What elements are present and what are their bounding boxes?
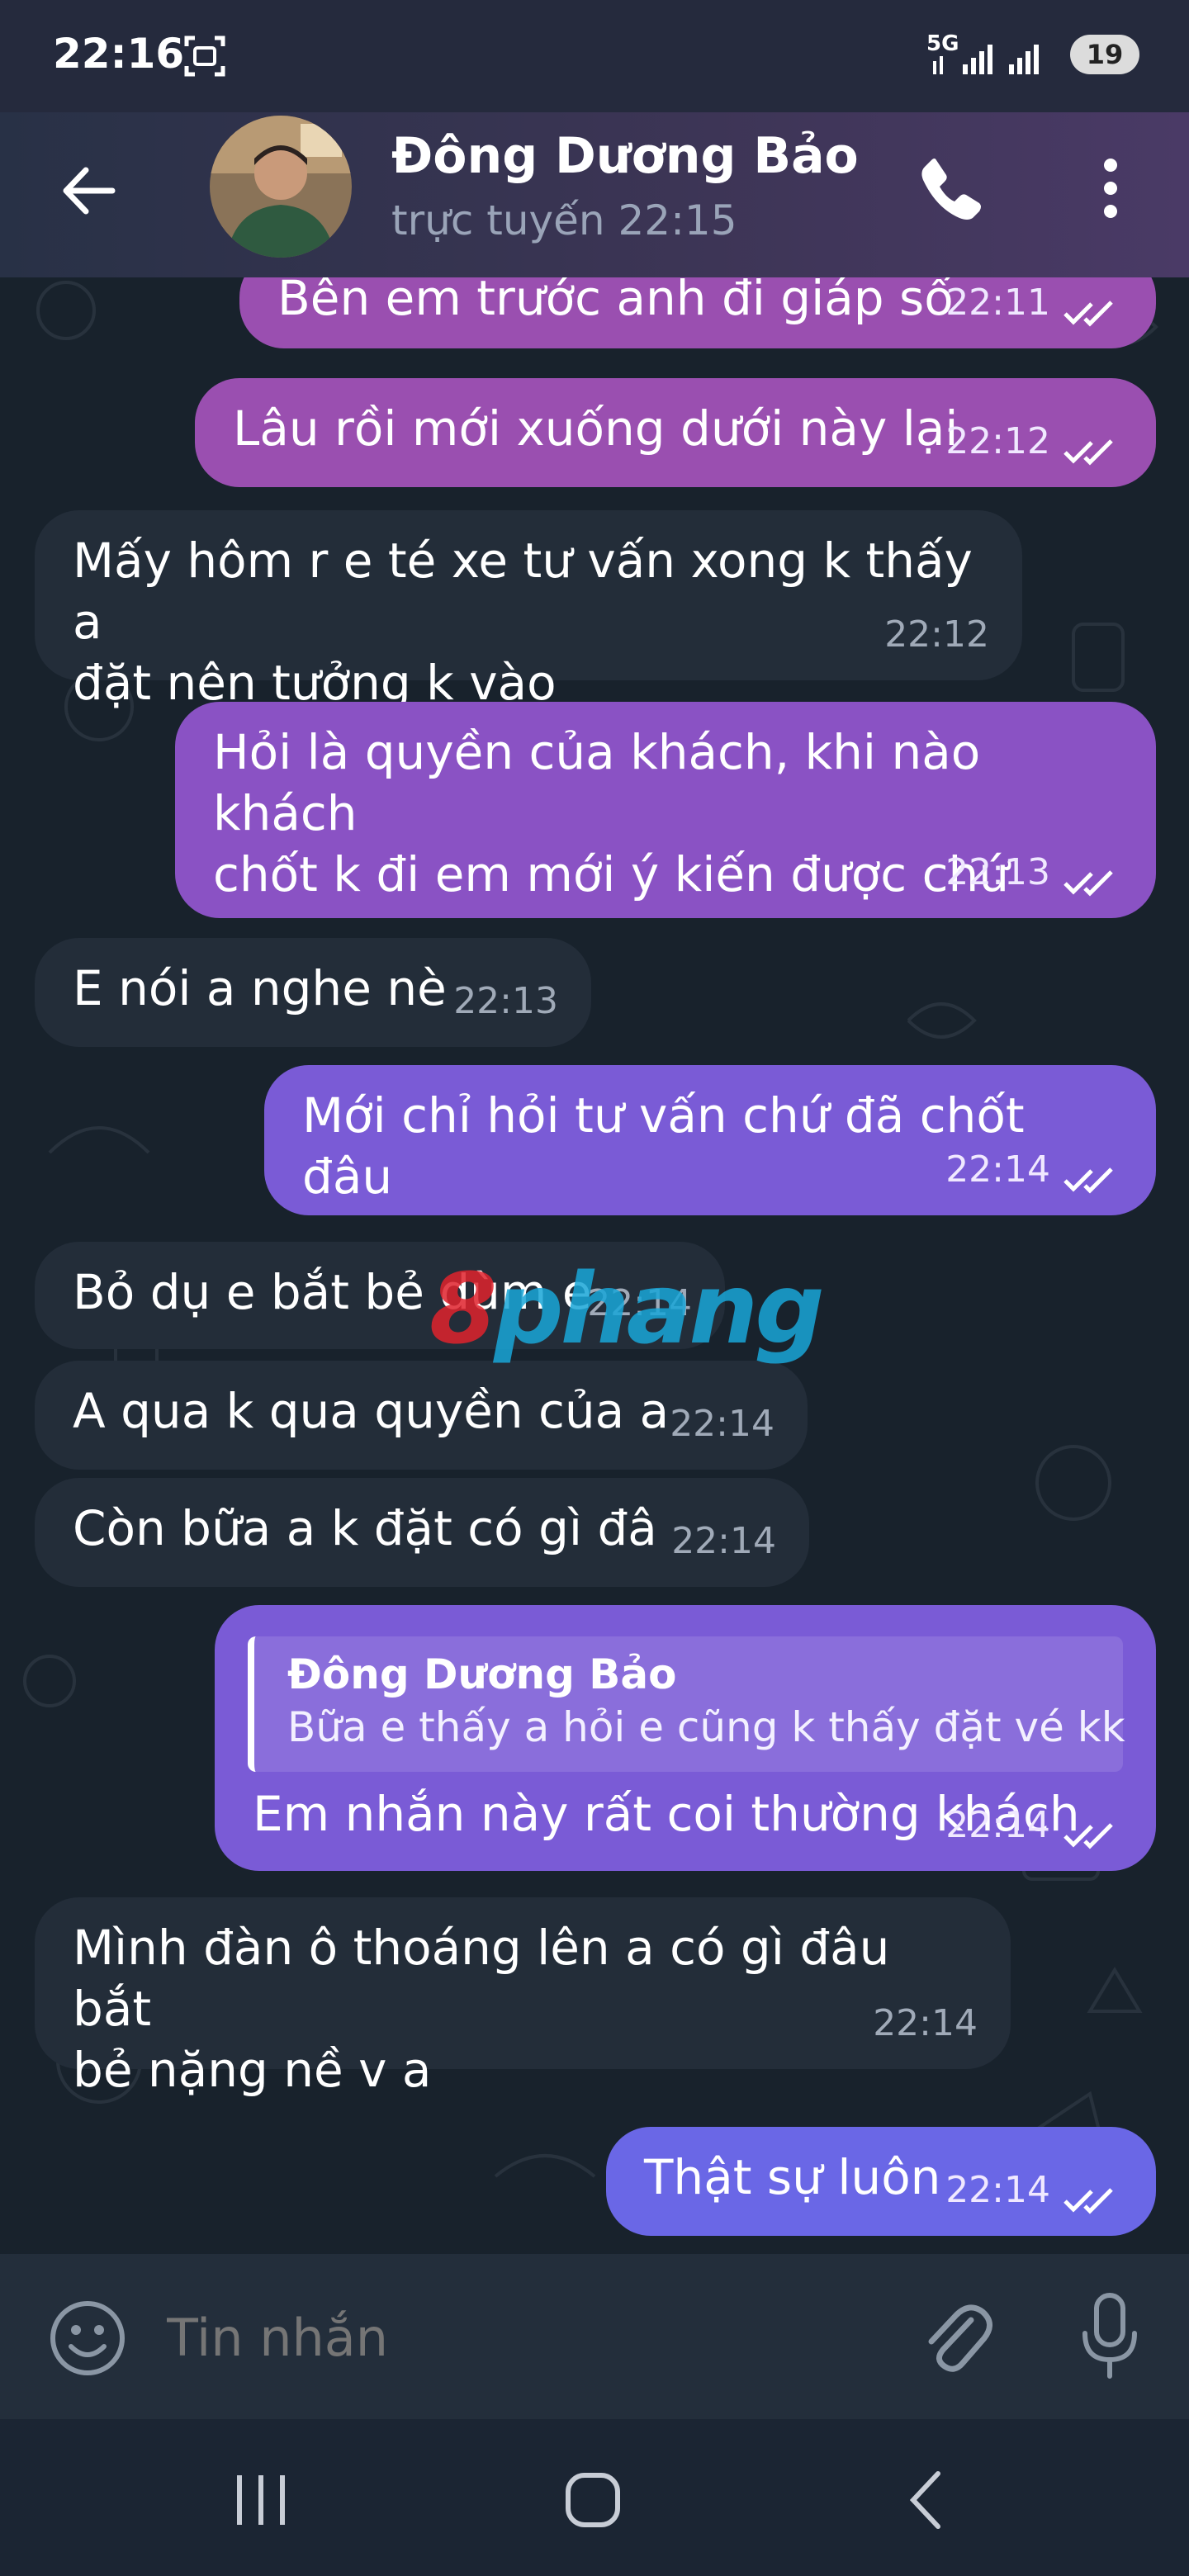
- phone-icon[interactable]: [918, 155, 984, 221]
- contact-avatar[interactable]: [210, 116, 352, 258]
- double-check-icon: [1063, 439, 1113, 466]
- message-bubble-outgoing[interactable]: Lâu rồi mới xuống dưới này lại 22:12: [195, 378, 1156, 487]
- message-time: 22:13: [945, 851, 1050, 893]
- message-time: 22:14: [945, 1804, 1050, 1846]
- message-text-line: Mấy hôm r e té xe tư vấn xong k thấy a: [73, 533, 973, 650]
- message-bubble-incoming[interactable]: E nói a nghe nè 22:13: [35, 938, 591, 1047]
- message-bubble-outgoing[interactable]: Đông Dương Bảo Bữa e thấy a hỏi e cũng k…: [215, 1605, 1156, 1871]
- double-check-icon: [1063, 1823, 1113, 1849]
- message-text: A qua k qua quyền của a: [73, 1383, 670, 1439]
- nav-back-icon[interactable]: [885, 2459, 968, 2541]
- message-bubble-outgoing[interactable]: Hỏi là quyền của khách, khi nào khách ch…: [175, 702, 1156, 918]
- nav-recents-icon[interactable]: [220, 2459, 302, 2541]
- battery-level: 19: [1086, 39, 1124, 70]
- message-time: 22:12: [945, 420, 1050, 462]
- contact-name[interactable]: Đông Dương Bảo: [391, 127, 859, 185]
- double-check-icon: [1063, 2188, 1113, 2214]
- nav-home-icon[interactable]: [552, 2459, 634, 2541]
- attach-icon[interactable]: [918, 2295, 992, 2378]
- contact-status: trực tuyến 22:15: [391, 197, 737, 244]
- watermark-part1: 8: [429, 1252, 497, 1366]
- message-input[interactable]: [165, 2307, 829, 2369]
- emoji-icon[interactable]: [46, 2297, 129, 2379]
- more-vertical-icon[interactable]: [1090, 155, 1131, 221]
- message-bubble-incoming[interactable]: Mình đàn ô thoáng lên a có gì đâu bắt bẻ…: [35, 1897, 1011, 2098]
- message-bubble-incoming[interactable]: A qua k qua quyền của a 22:14: [35, 1361, 808, 1470]
- message-text-line: Mình đàn ô thoáng lên a có gì đâu bắt: [73, 1920, 890, 2037]
- watermark-logo: 8phang: [429, 1252, 825, 1366]
- status-time: 22:16: [53, 30, 185, 78]
- message-time: 22:14: [873, 2002, 978, 2044]
- message-time: 22:14: [671, 1520, 776, 1562]
- double-check-icon: [1063, 1167, 1113, 1194]
- message-time: 22:14: [670, 1403, 775, 1445]
- message-bubble-outgoing[interactable]: Thật sự luôn 22:14: [606, 2127, 1156, 2236]
- chat-header: Đông Dương Bảo trực tuyến 22:15: [0, 112, 1189, 277]
- battery-indicator: 19: [1070, 35, 1139, 74]
- double-check-icon: [1063, 301, 1113, 327]
- status-bar: 22:16 5G 19: [0, 0, 1189, 112]
- message-bubble-outgoing[interactable]: Mới chỉ hỏi tư vấn chứ đã chốt đâu 22:14: [264, 1065, 1156, 1215]
- message-text: Bên em trước anh đi giáp số: [277, 277, 954, 326]
- message-composer: [0, 2254, 1189, 2419]
- double-check-icon: [1063, 870, 1113, 897]
- back-arrow-icon[interactable]: [59, 162, 117, 220]
- watermark-part2: phang: [494, 1252, 825, 1366]
- message-text-line: Hỏi là quyền của khách, khi nào khách: [213, 724, 981, 841]
- message-text: Mới chỉ hỏi tư vấn chứ đã chốt đâu: [302, 1087, 1025, 1205]
- message-bubble-incoming[interactable]: Còn bữa a k đặt có gì đâ 22:14: [35, 1478, 809, 1587]
- mic-icon[interactable]: [1077, 2290, 1143, 2381]
- message-text: Lâu rồi mới xuống dưới này lại: [233, 400, 959, 457]
- message-bubble-outgoing[interactable]: Bên em trước anh đi giáp số 22:11: [239, 277, 1156, 348]
- reply-text: Bữa e thấy a hỏi e cũng k thấy đặt vé kk: [287, 1703, 1125, 1751]
- signal-icon: [933, 45, 1039, 74]
- message-text: E nói a nghe nè: [73, 960, 447, 1016]
- screenshot-icon: [184, 36, 225, 77]
- reply-preview[interactable]: Đông Dương Bảo Bữa e thấy a hỏi e cũng k…: [248, 1636, 1125, 1772]
- message-text: Còn bữa a k đặt có gì đâ: [73, 1500, 657, 1556]
- reply-author: Đông Dương Bảo: [287, 1650, 677, 1698]
- message-text: Thật sự luôn: [644, 2149, 941, 2205]
- system-nav-bar: [0, 2419, 1189, 2576]
- message-time: 22:11: [945, 282, 1050, 324]
- message-bubble-incoming[interactable]: Mấy hôm r e té xe tư vấn xong k thấy a đ…: [35, 510, 1022, 711]
- message-time: 22:13: [453, 980, 558, 1022]
- message-time: 22:14: [945, 1148, 1050, 1191]
- message-text-line: bẻ nặng nề v a: [73, 2042, 432, 2098]
- message-time: 22:14: [945, 2169, 1050, 2211]
- message-time: 22:12: [884, 613, 989, 656]
- message-list[interactable]: Bên em trước anh đi giáp số 22:11 Lâu rồ…: [0, 277, 1189, 2254]
